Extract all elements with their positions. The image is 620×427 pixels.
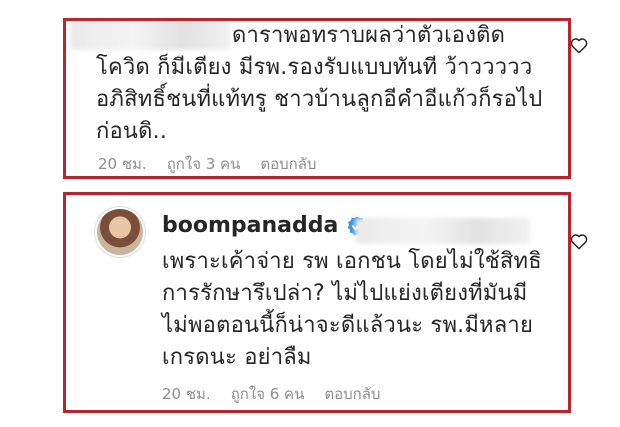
heart-icon[interactable] bbox=[570, 233, 588, 250]
heart-icon[interactable] bbox=[570, 37, 588, 54]
highlight-frame-comment-2 bbox=[63, 192, 571, 413]
highlight-frame-comment-1 bbox=[63, 18, 571, 179]
